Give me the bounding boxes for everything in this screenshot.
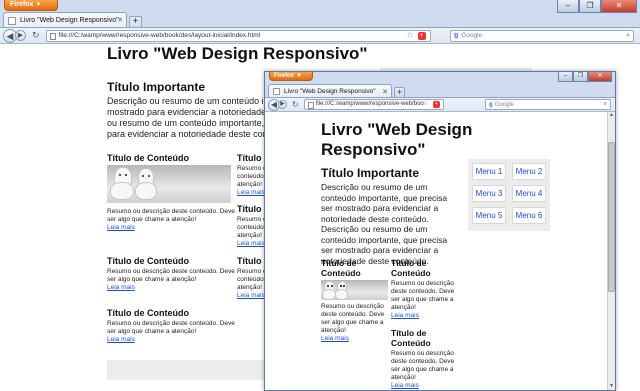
firefox-menu-button[interactable]: Firefox ▼ — [269, 72, 313, 81]
address-text: file:///C:/wamp/www/responsive-web/book/… — [58, 31, 261, 39]
menu-item-1[interactable]: Menu 1 — [472, 163, 506, 180]
content-card: Título de Conteúdo Resumo ou descrição d… — [107, 153, 237, 231]
card-title: Título de Conteúdo — [107, 308, 189, 318]
address-text: file:///C:/wamp/www/responsive-web/boo — [315, 101, 424, 107]
navigation-bar: ◀ ▶ ↻ file:///C:/wamp/www/responsive-web… — [265, 97, 615, 112]
card-title: Título de Conteúdo — [391, 328, 431, 348]
reload-icon[interactable]: ↻ — [292, 100, 299, 109]
card-text: Resumo ou descrição deste conteúdo. Deve… — [321, 303, 385, 334]
read-more-link[interactable]: Leia mais — [107, 336, 237, 343]
content-card: Título de Conteúdo Resumo ou descrição d… — [321, 258, 391, 342]
tab-bar: Livro "Web Design Responsivo" ✕ + — [3, 12, 142, 28]
featured-heading: Título Importante — [321, 166, 419, 180]
content-card: Título de Conteúdo Resumo ou descrição d… — [107, 308, 237, 343]
feed-icon[interactable]: + — [432, 101, 440, 108]
search-icon[interactable]: ⌕ — [604, 101, 607, 108]
scroll-thumb[interactable] — [608, 142, 615, 292]
tab-title: Livro "Web Design Responsivo" — [284, 87, 376, 95]
dog-body — [111, 183, 133, 199]
featured-description: Descrição ou resumo de um conteúdo impor… — [321, 182, 448, 266]
menu-item-5[interactable]: Menu 5 — [472, 207, 506, 224]
read-more-link[interactable]: Leia mais — [107, 224, 237, 231]
card-text: Resumo ou descrição deste conteúdo. Deve… — [391, 350, 455, 381]
new-tab-button[interactable]: + — [394, 87, 405, 97]
minimize-button[interactable]: – — [558, 72, 573, 82]
read-more-link[interactable]: Leia mais — [321, 335, 391, 342]
card-text: Resumo ou descrição deste conteúdo. Deve… — [107, 268, 235, 283]
tab-active[interactable]: Livro "Web Design Responsivo" ✕ — [3, 12, 127, 28]
page-favicon-icon — [8, 17, 16, 25]
page-icon — [49, 32, 56, 40]
front-browser-window: Firefox ▼ – ❐ ✕ Livro "Web Design Respons… — [264, 71, 616, 391]
reload-icon[interactable]: ↻ — [32, 30, 40, 41]
card-text: Resumo ou descrição deste conteúdo. Deve… — [107, 320, 235, 335]
feed-icon[interactable]: + — [417, 31, 426, 40]
search-icon[interactable]: ⌕ — [626, 32, 630, 40]
address-bar[interactable]: file:///C:/wamp/www/responsive-web/boo ☆… — [303, 99, 444, 110]
navigation-bar: ◀ ▶ ↻ file:///C:/wamp/www/responsive-web… — [0, 27, 640, 44]
menu-item-3[interactable]: Menu 3 — [472, 185, 506, 202]
card-title: Título de Conteúdo — [391, 258, 431, 278]
footer-panel — [107, 360, 277, 380]
bookmark-star-icon[interactable]: ☆ — [422, 100, 428, 108]
tab-active[interactable]: Livro "Web Design Responsivo" ✕ — [268, 84, 392, 97]
google-logo-icon[interactable]: g — [489, 102, 493, 108]
content-card: Título de Conteúdo Resumo ou descrição d… — [391, 258, 461, 319]
card-title: Título de Conteúdo — [107, 153, 189, 163]
card-title: Título de Conteúdo — [107, 256, 189, 266]
content-card: Título de Conteúdo Resumo ou descrição d… — [107, 256, 237, 291]
vertical-scrollbar[interactable]: ▲ ▼ — [607, 112, 615, 390]
read-more-link[interactable]: Leia mais — [391, 382, 461, 389]
scroll-down-icon[interactable]: ▼ — [608, 383, 615, 390]
page-viewport: Livro "Web Design Responsivo" Título Imp… — [265, 112, 607, 390]
dog-body — [336, 290, 347, 299]
read-more-link[interactable]: Leia mais — [391, 312, 461, 319]
google-logo-icon[interactable]: g — [454, 32, 458, 39]
tab-close-icon[interactable]: ✕ — [117, 16, 123, 24]
page-favicon-icon — [273, 88, 280, 95]
menu-item-6[interactable]: Menu 6 — [512, 207, 546, 224]
card-title: Título de Conteúdo — [321, 258, 361, 278]
featured-heading: Título Importante — [107, 80, 205, 94]
card-image — [107, 165, 231, 203]
scroll-up-icon[interactable]: ▲ — [608, 112, 615, 119]
card-text: Resumo ou descrição deste conteúdo. Deve… — [107, 208, 235, 223]
page-title: Livro "Web Design Responsivo" — [107, 44, 368, 63]
menu-item-4[interactable]: Menu 4 — [512, 185, 546, 202]
page-title: Livro "Web Design Responsivo" — [321, 120, 473, 159]
search-placeholder: Google — [461, 32, 483, 39]
menu-item-2[interactable]: Menu 2 — [512, 163, 546, 180]
tab-close-icon[interactable]: ✕ — [382, 88, 388, 96]
card-text: Resumo ou descrição deste conteúdo. Deve… — [391, 280, 455, 311]
menu-panel: Menu 1 Menu 2 Menu 3 Menu 4 Menu 5 Menu … — [468, 159, 550, 231]
tab-title: Livro "Web Design Responsivo" — [20, 17, 119, 24]
firefox-menu-button[interactable]: Firefox ▼ — [4, 0, 58, 11]
dog-body — [323, 290, 335, 299]
forward-arrow-icon[interactable]: ▶ — [15, 30, 26, 41]
window-controls: – ❐ ✕ — [558, 72, 612, 82]
page-icon — [307, 102, 314, 109]
read-more-link[interactable]: Leia mais — [107, 284, 237, 291]
window-controls: – ❐ ✕ — [557, 0, 637, 13]
search-input[interactable]: g Google ⌕ — [485, 99, 611, 110]
restore-button[interactable]: ❐ — [573, 72, 588, 82]
search-input[interactable]: g Google ⌕ — [450, 29, 634, 42]
content-card: Título de Conteúdo Resumo ou descrição d… — [391, 328, 461, 389]
close-window-button[interactable]: ✕ — [601, 0, 637, 13]
minimize-button[interactable]: – — [557, 0, 579, 13]
search-placeholder: Google — [494, 101, 515, 108]
card-image — [321, 280, 388, 300]
close-window-button[interactable]: ✕ — [588, 72, 612, 82]
forward-arrow-icon[interactable]: ▶ — [278, 100, 287, 109]
restore-button[interactable]: ❐ — [579, 0, 601, 13]
tab-bar: Livro "Web Design Responsivo" ✕ + — [268, 84, 405, 97]
address-bar[interactable]: file:///C:/wamp/www/responsive-web/book/… — [45, 29, 431, 42]
bookmark-star-icon[interactable]: ☆ — [406, 31, 413, 40]
dog-body — [136, 183, 156, 199]
